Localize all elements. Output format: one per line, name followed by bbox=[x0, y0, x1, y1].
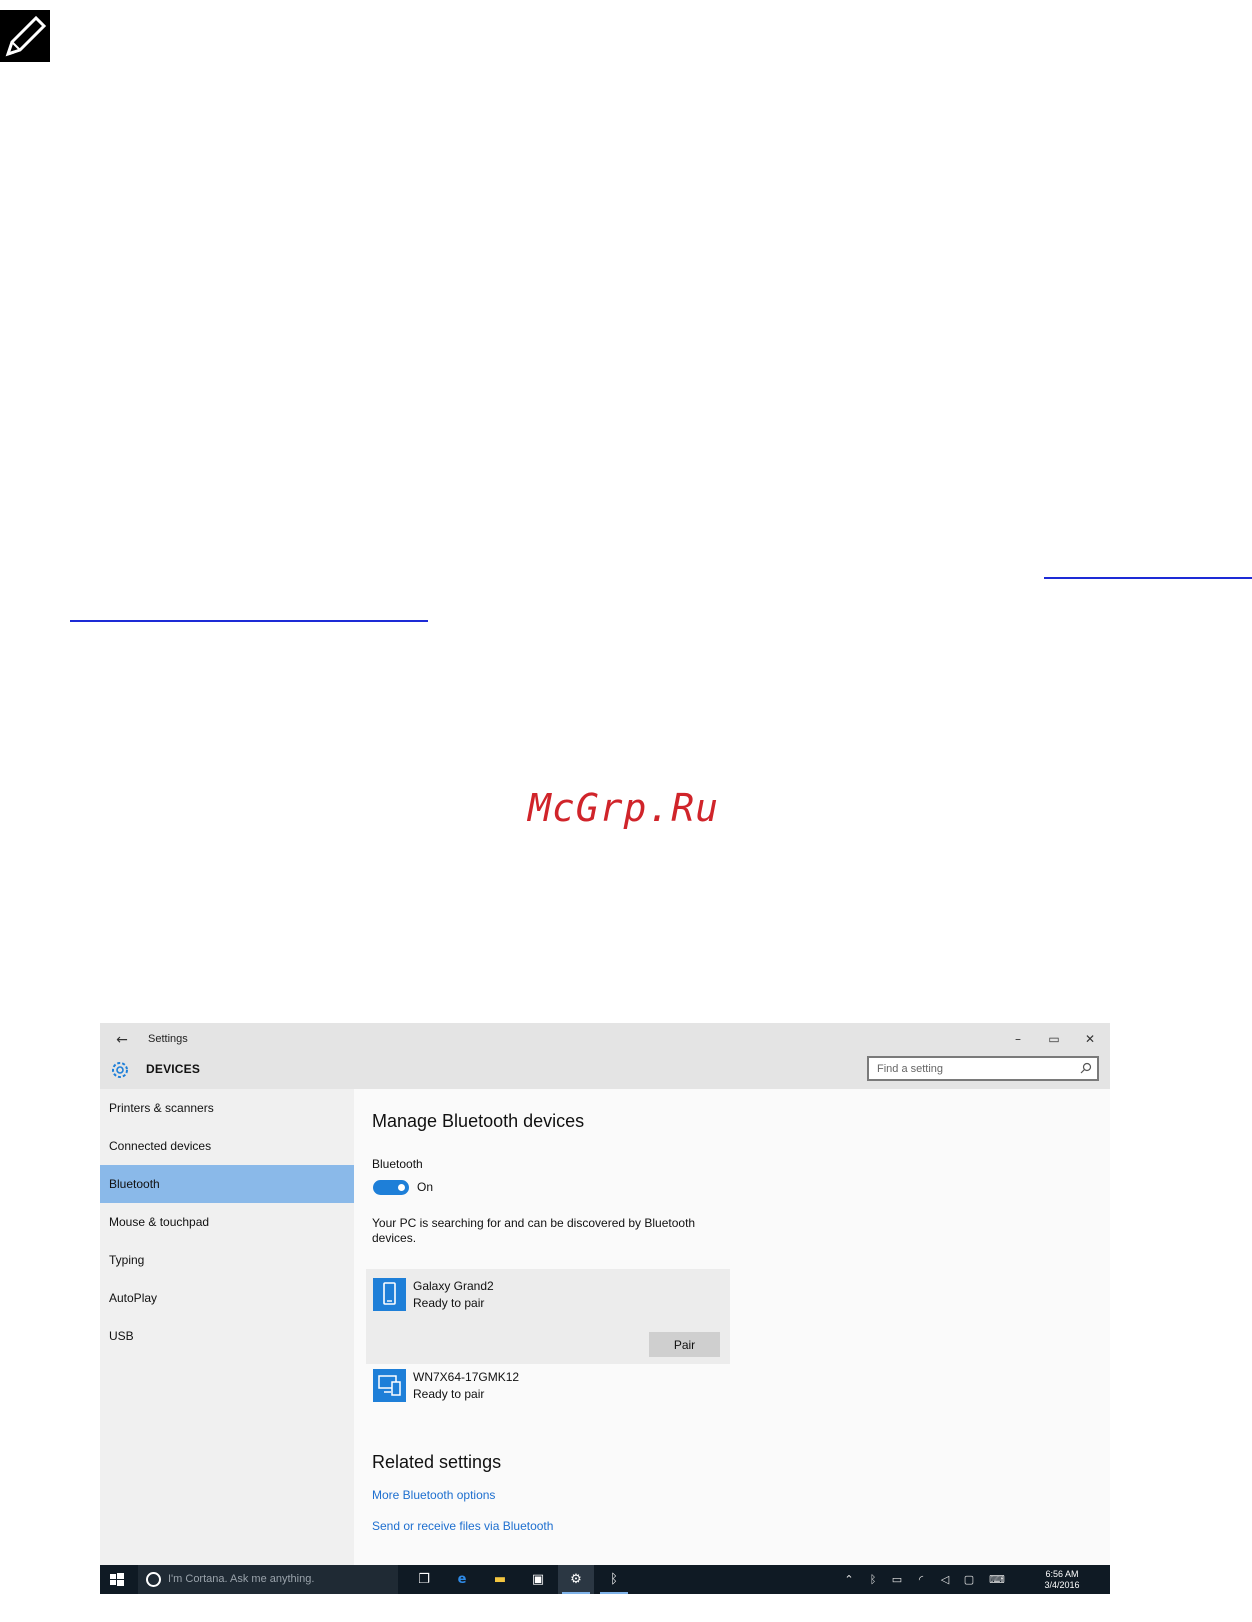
cortana-icon bbox=[146, 1572, 161, 1587]
sidebar-item-autoplay[interactable]: AutoPlay bbox=[100, 1279, 354, 1317]
title-bar: ← Settings – ▭ ✕ DEVICES bbox=[100, 1023, 1110, 1089]
clock[interactable]: 6:56 AM 3/4/2016 bbox=[1032, 1569, 1092, 1591]
device-status: Ready to pair bbox=[413, 1296, 485, 1310]
device-status: Ready to pair bbox=[413, 1387, 485, 1401]
minimize-button[interactable]: – bbox=[1000, 1029, 1036, 1049]
wifi-icon[interactable]: ◜ bbox=[910, 1565, 932, 1594]
gear-icon bbox=[110, 1060, 130, 1080]
more-bluetooth-options-link[interactable]: More Bluetooth options bbox=[372, 1488, 495, 1502]
phone-icon bbox=[373, 1278, 406, 1311]
device-item[interactable]: Galaxy Grand2 Ready to pair Pair bbox=[366, 1269, 730, 1364]
search-box[interactable] bbox=[867, 1056, 1099, 1081]
cortana-placeholder: I'm Cortana. Ask me anything. bbox=[168, 1573, 315, 1585]
volume-icon[interactable]: ◁ bbox=[934, 1565, 956, 1594]
pencil-note-icon bbox=[0, 10, 50, 62]
taskbar: I'm Cortana. Ask me anything. ❐ e ▬ ▣ ⚙ … bbox=[100, 1565, 1110, 1594]
discovery-description: Your PC is searching for and can be disc… bbox=[372, 1216, 696, 1245]
task-view-icon[interactable]: ❐ bbox=[406, 1565, 442, 1594]
maximize-button[interactable]: ▭ bbox=[1036, 1029, 1072, 1049]
store-icon[interactable]: ▣ bbox=[520, 1565, 556, 1594]
keyboard-icon[interactable]: ⌨ bbox=[984, 1565, 1010, 1594]
toggle-knob bbox=[398, 1184, 405, 1191]
sidebar-item-typing[interactable]: Typing bbox=[100, 1241, 354, 1279]
page-title: Manage Bluetooth devices bbox=[372, 1111, 585, 1131]
related-settings-heading: Related settings bbox=[372, 1452, 502, 1472]
computer-icon bbox=[373, 1369, 406, 1402]
file-explorer-icon[interactable]: ▬ bbox=[482, 1565, 518, 1594]
toggle-state-label: On bbox=[417, 1180, 434, 1194]
document-link-underline[interactable] bbox=[70, 620, 428, 622]
clock-date: 3/4/2016 bbox=[1044, 1580, 1080, 1590]
bluetooth-app-icon[interactable]: ᛒ bbox=[596, 1565, 632, 1594]
sidebar-item-bluetooth[interactable]: Bluetooth bbox=[100, 1165, 354, 1203]
bluetooth-toggle[interactable] bbox=[373, 1180, 409, 1195]
device-item[interactable]: WN7X64-17GMK12 Ready to pair bbox=[366, 1367, 730, 1407]
battery-icon[interactable]: ▭ bbox=[886, 1565, 908, 1594]
windows-start-icon[interactable] bbox=[108, 1571, 126, 1589]
sidebar-item-printers-scanners[interactable]: Printers & scanners bbox=[100, 1089, 354, 1127]
chevron-up-icon[interactable]: ⌃ bbox=[838, 1565, 860, 1594]
sidebar-item-usb[interactable]: USB bbox=[100, 1317, 354, 1355]
close-button[interactable]: ✕ bbox=[1072, 1029, 1108, 1049]
action-center-icon[interactable]: ▢ bbox=[958, 1565, 980, 1594]
send-receive-files-link[interactable]: Send or receive files via Bluetooth bbox=[372, 1519, 553, 1533]
settings-window: ← Settings – ▭ ✕ DEVICES Printers & scan… bbox=[100, 1023, 1110, 1594]
section-title: DEVICES bbox=[146, 1062, 201, 1076]
settings-app-icon[interactable]: ⚙ bbox=[558, 1565, 594, 1594]
bluetooth-tray-icon[interactable]: ᛒ bbox=[862, 1565, 884, 1594]
search-input[interactable] bbox=[869, 1058, 1069, 1079]
watermark: McGrp.Ru bbox=[528, 786, 720, 830]
back-arrow-icon[interactable]: ← bbox=[112, 1031, 132, 1049]
cortana-search[interactable]: I'm Cortana. Ask me anything. bbox=[138, 1565, 398, 1594]
window-title: Settings bbox=[148, 1033, 188, 1045]
clock-time: 6:56 AM bbox=[1045, 1569, 1079, 1579]
sidebar-item-mouse-touchpad[interactable]: Mouse & touchpad bbox=[100, 1203, 354, 1241]
edge-browser-icon[interactable]: e bbox=[444, 1565, 480, 1594]
device-name: WN7X64-17GMK12 bbox=[413, 1370, 520, 1384]
main-content: Manage Bluetooth devices Bluetooth On Yo… bbox=[354, 1089, 1110, 1565]
sidebar: Printers & scanners Connected devices Bl… bbox=[100, 1089, 354, 1565]
search-icon[interactable] bbox=[1079, 1061, 1093, 1075]
bluetooth-label: Bluetooth bbox=[372, 1157, 423, 1171]
sidebar-item-connected-devices[interactable]: Connected devices bbox=[100, 1127, 354, 1165]
document-link-underline[interactable] bbox=[1044, 577, 1252, 579]
pair-button[interactable]: Pair bbox=[649, 1332, 720, 1357]
device-name: Galaxy Grand2 bbox=[413, 1279, 494, 1293]
